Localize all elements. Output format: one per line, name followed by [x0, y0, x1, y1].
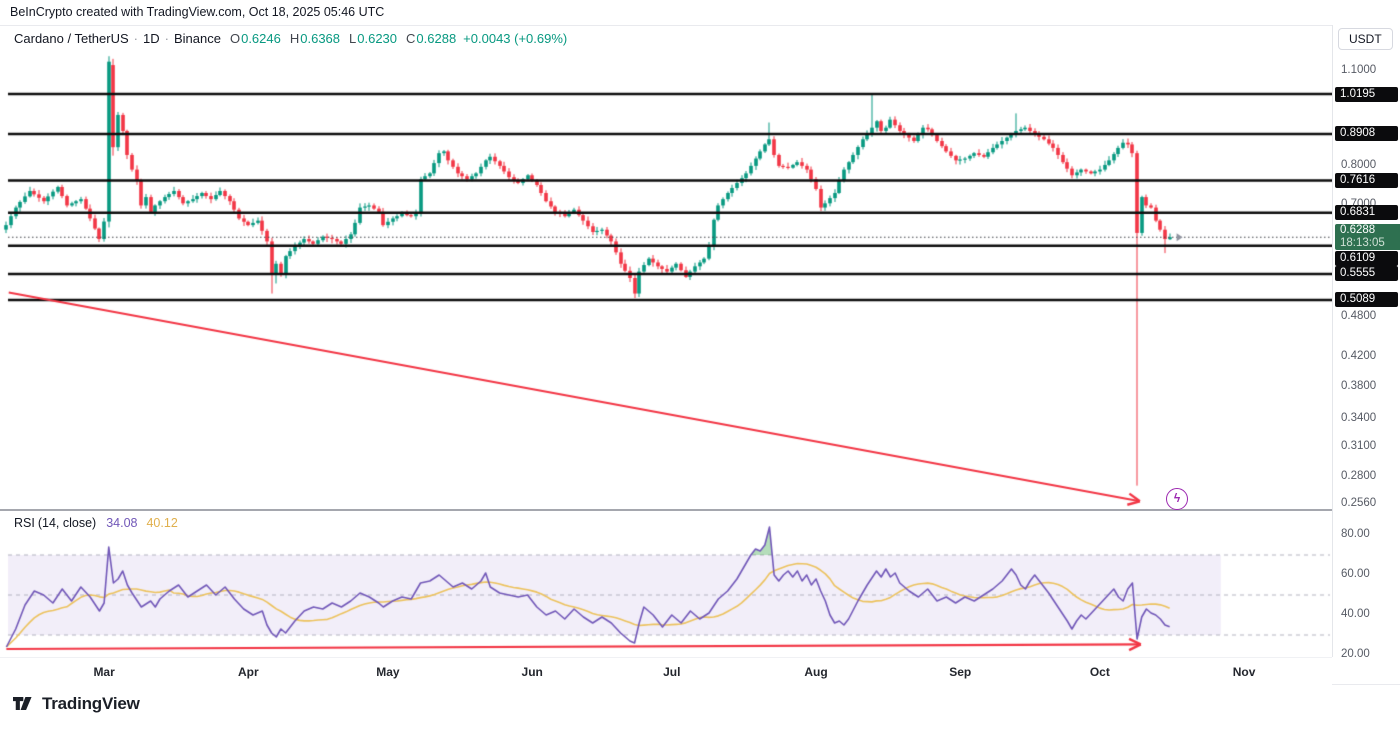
exchange-label[interactable]: Binance	[174, 31, 221, 46]
tradingview-chart-widget: Cardano / TetherUS · 1D · Binance O0.6246 H0.6…	[0, 25, 1400, 685]
time-axis-label-nov: Nov	[1232, 665, 1256, 679]
rsi-value: 34.08	[106, 516, 138, 530]
rsi-ma-value: 40.12	[146, 516, 178, 530]
price-level-badge: 0.5555	[1335, 266, 1398, 282]
time-axis-label-mar: Mar	[93, 665, 115, 679]
price-tick-label: 0.2800	[1341, 470, 1377, 483]
rsi-tick-label: 20.00	[1341, 648, 1370, 660]
price-level-badge: 0.5089	[1335, 292, 1398, 308]
time-axis-label-jul: Jul	[663, 665, 681, 679]
rsi-params: (14, close)	[37, 516, 97, 530]
close-value: 0.6288	[416, 31, 457, 46]
tradingview-logo[interactable]	[13, 696, 35, 713]
time-axis-label-oct: Oct	[1089, 665, 1110, 679]
symbol-title[interactable]: Cardano / TetherUS	[14, 31, 129, 46]
time-axis-label-apr: Apr	[238, 665, 259, 679]
currency-toggle-button[interactable]: USDT	[1338, 28, 1393, 50]
time-axis-label-sep: Sep	[949, 665, 972, 679]
high-value: 0.6368	[300, 31, 341, 46]
time-axis-label-jun: Jun	[521, 665, 543, 679]
price-level-badge: 0.6109	[1335, 250, 1398, 266]
attribution-text: BeInCrypto created with TradingView.com,…	[10, 5, 385, 19]
legend-separator: ·	[133, 31, 139, 46]
close-label: C	[406, 31, 416, 46]
price-tick-label: 0.8000	[1341, 158, 1377, 171]
price-level-badge: 0.8908	[1335, 126, 1398, 142]
chart-canvas[interactable]	[0, 25, 1332, 684]
price-tick-label: 0.3800	[1341, 379, 1377, 392]
time-axis-label-aug: Aug	[804, 665, 828, 679]
price-tick-label: 0.3100	[1341, 439, 1377, 452]
tradingview-brand-text[interactable]: TradingView	[42, 694, 140, 714]
price-level-badge: 1.0195	[1335, 86, 1398, 102]
footer: TradingView	[13, 694, 140, 714]
rsi-label[interactable]: RSI	[14, 516, 35, 530]
open-value: 0.6246	[241, 31, 281, 46]
time-axis[interactable]: Mar Apr May Jun Jul Aug Sep Oct Nov	[0, 657, 1332, 685]
open-label: O	[229, 31, 241, 46]
price-tick-label: 0.2560	[1341, 496, 1377, 509]
flash-idea-icon[interactable]: ϟ	[1166, 488, 1188, 510]
price-tick-label: 0.4800	[1341, 310, 1377, 323]
current-price-badge: 0.6288 18:13:05	[1335, 224, 1400, 251]
price-tick-label: 0.4200	[1341, 349, 1377, 362]
rsi-legend[interactable]: RSI (14, close) 34.08 40.12	[14, 516, 178, 530]
change-value: +0.0043 (+0.69%)	[463, 31, 568, 46]
symbol-legend[interactable]: Cardano / TetherUS · 1D · Binance O0.6246 H0.6…	[14, 31, 567, 46]
price-axis[interactable]: USDT 1.10001.00000.80000.70000.48000.420…	[1332, 25, 1400, 660]
rsi-tick-label: 60.00	[1341, 568, 1370, 580]
price-level-badge: 0.7616	[1335, 172, 1398, 188]
rsi-tick-label: 40.00	[1341, 608, 1370, 620]
price-level-badge: 0.6831	[1335, 205, 1398, 221]
pane-separator[interactable]	[0, 509, 1400, 511]
interval-label[interactable]: 1D	[143, 31, 160, 46]
rsi-tick-label: 80.00	[1341, 528, 1370, 540]
time-axis-label-may: May	[376, 665, 400, 679]
price-tick-label: 0.3400	[1341, 412, 1377, 425]
legend-separator: ·	[164, 31, 169, 46]
price-tick-label: 1.1000	[1341, 64, 1377, 77]
tradingview-logomark-icon	[13, 696, 32, 710]
high-label: H	[289, 31, 300, 46]
low-label: L	[349, 31, 357, 46]
low-value: 0.6230	[357, 31, 398, 46]
